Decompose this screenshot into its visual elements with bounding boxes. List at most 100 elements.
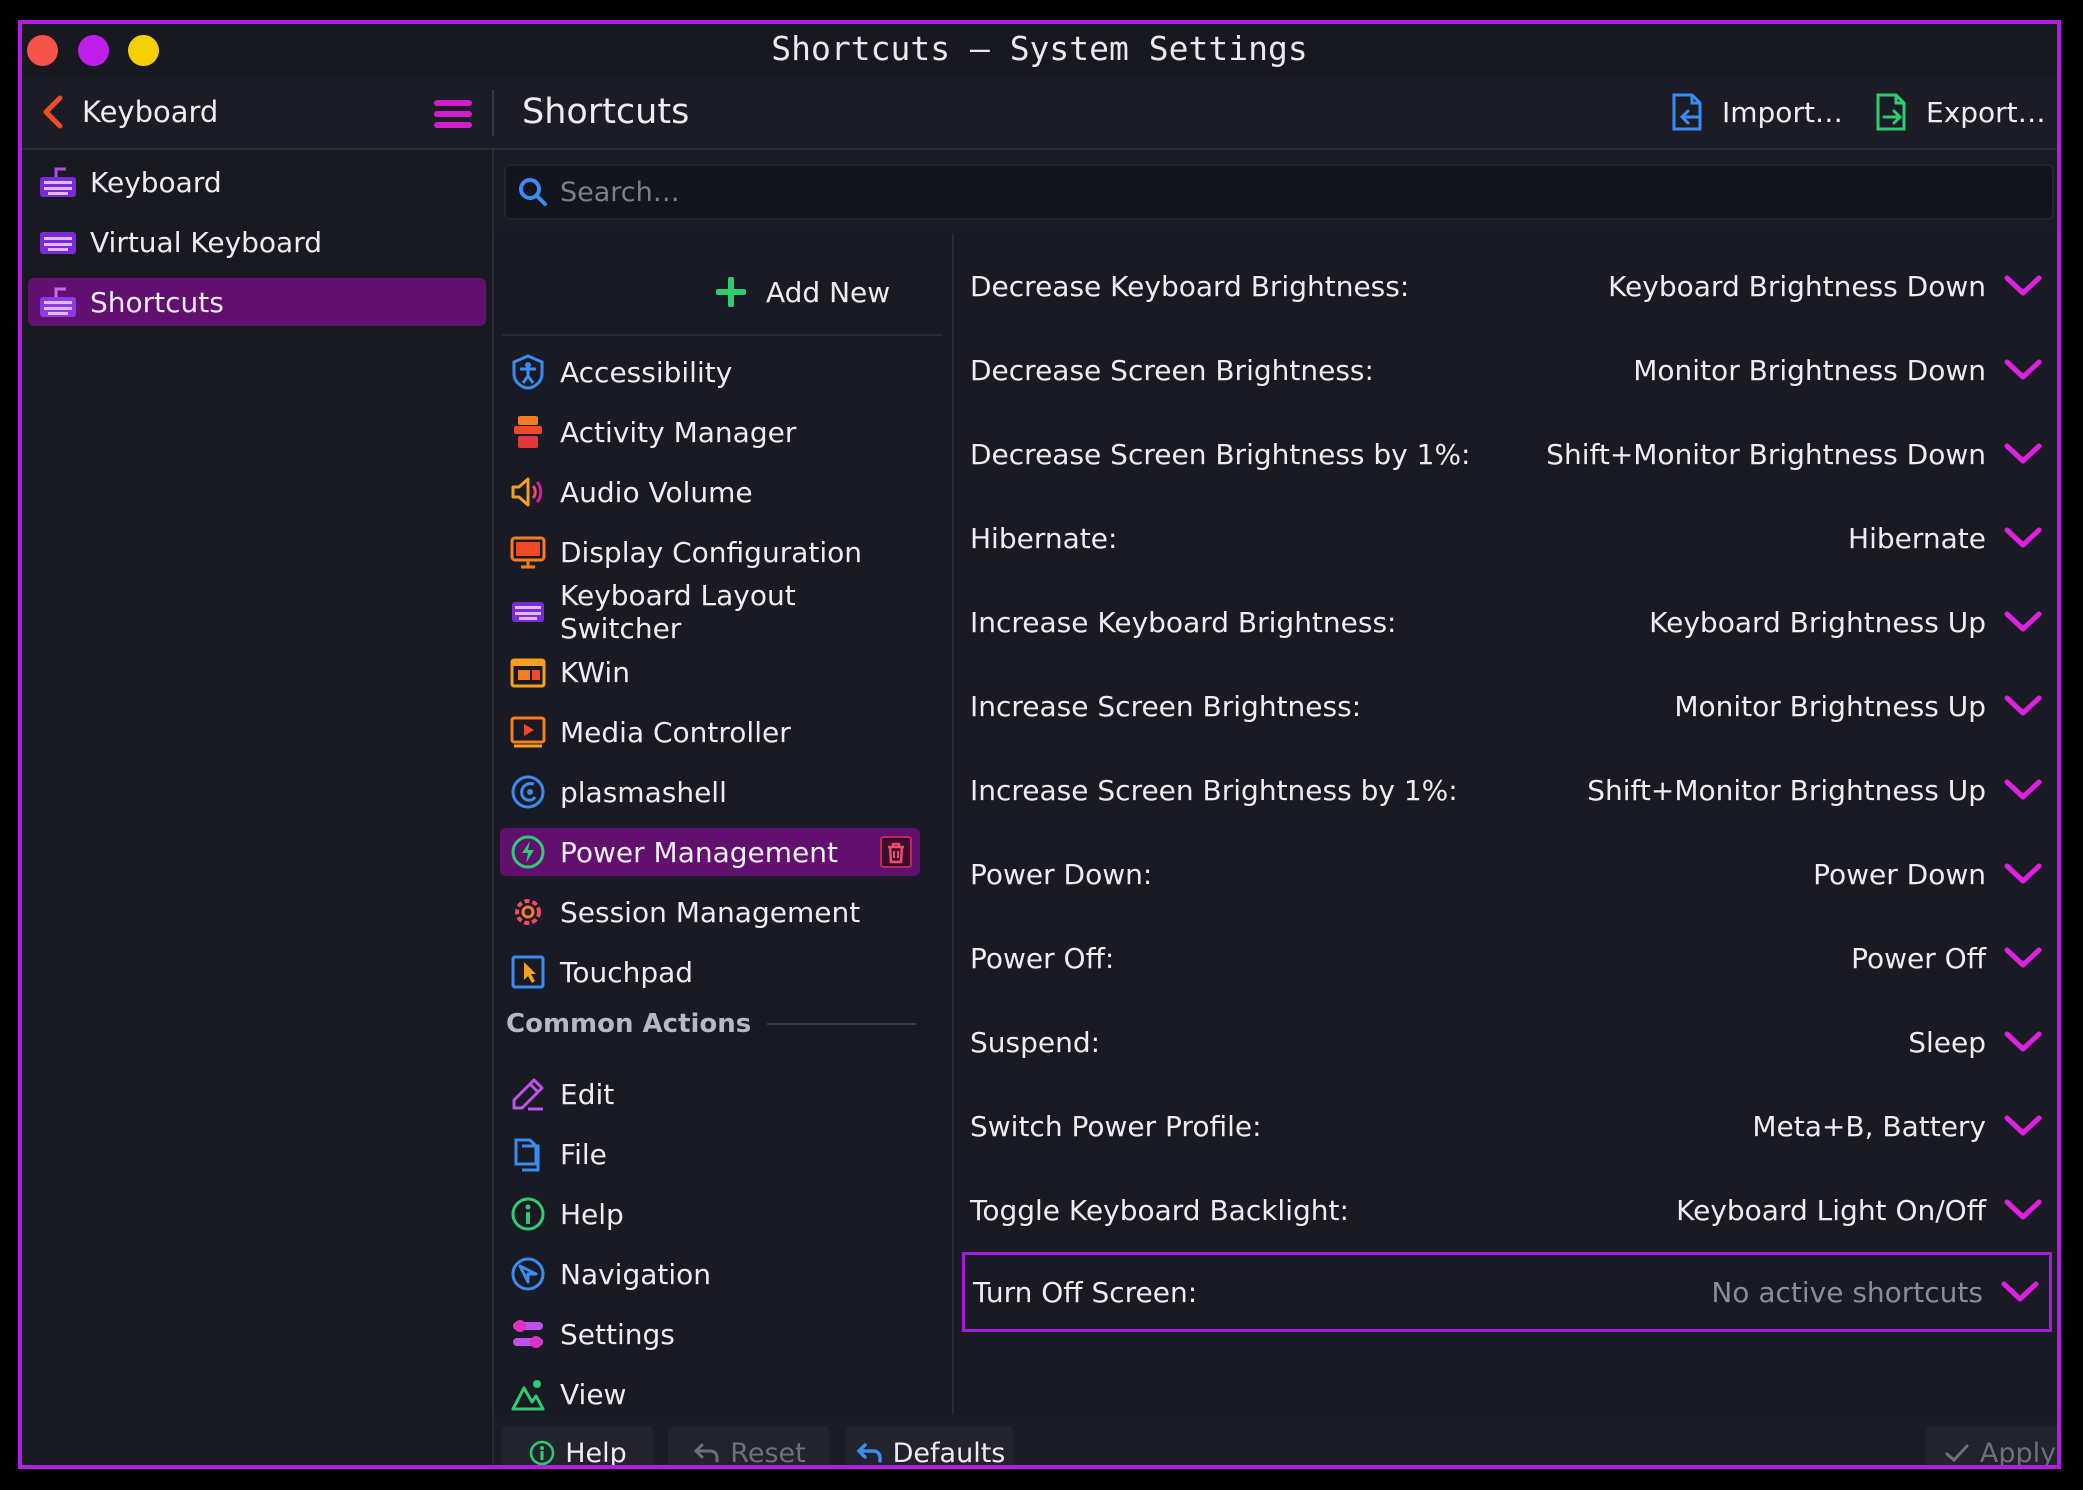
category-keyboard-layout-switcher[interactable]: Keyboard Layout Switcher xyxy=(500,579,920,645)
chevron-down-icon[interactable] xyxy=(2004,443,2042,465)
shortcut-row[interactable]: Suspend: Sleep xyxy=(962,1002,2052,1082)
back-arrow-icon[interactable] xyxy=(36,94,72,130)
category-label: Activity Manager xyxy=(560,415,797,449)
sidebar-item-shortcuts[interactable]: Shortcuts xyxy=(28,278,486,326)
shortcut-row-selected[interactable]: Turn Off Screen: No active shortcuts xyxy=(962,1252,2052,1332)
sidebar-title: Keyboard xyxy=(82,95,219,129)
category-display-configuration[interactable]: Display Configuration xyxy=(500,528,920,576)
category-label: Accessibility xyxy=(560,355,733,389)
import-icon xyxy=(1672,93,1702,131)
shortcut-action-label: Decrease Screen Brightness: xyxy=(970,353,1374,387)
export-button[interactable]: Export… xyxy=(1874,88,2046,136)
shortcut-row[interactable]: Increase Screen Brightness: Monitor Brig… xyxy=(962,666,2052,746)
page-title: Shortcuts xyxy=(522,92,690,132)
category-label: Session Management xyxy=(560,895,861,929)
chevron-down-icon[interactable] xyxy=(2004,359,2042,381)
sidebar: Keyboard Virtual Keyboard Shortcuts xyxy=(22,150,494,1465)
defaults-button[interactable]: Defaults xyxy=(846,1426,1014,1465)
category-help[interactable]: Help xyxy=(500,1190,920,1238)
add-new-button[interactable]: Add New xyxy=(714,264,890,320)
category-navigation[interactable]: Navigation xyxy=(500,1250,920,1298)
category-label: View xyxy=(560,1377,627,1411)
chevron-down-icon[interactable] xyxy=(2004,275,2042,297)
shortcut-row[interactable]: Power Off: Power Off xyxy=(962,918,2052,998)
delete-category-button[interactable] xyxy=(880,836,912,868)
shortcut-value: Monitor Brightness Up xyxy=(1674,689,1986,723)
group-header-label: Common Actions xyxy=(506,1009,752,1039)
shortcut-action-label: Toggle Keyboard Backlight: xyxy=(970,1193,1349,1227)
category-edit[interactable]: Edit xyxy=(500,1070,920,1118)
audio-volume-icon xyxy=(511,477,543,507)
category-list: Add New Accessibility Activity Manager A… xyxy=(494,234,954,1414)
sidebar-item-label: Virtual Keyboard xyxy=(90,225,323,259)
shortcut-value: No active shortcuts xyxy=(1711,1275,1983,1309)
shortcut-list: Decrease Keyboard Brightness: Keyboard B… xyxy=(954,234,2057,1414)
shortcut-action-label: Increase Keyboard Brightness: xyxy=(970,605,1397,639)
chevron-down-icon[interactable] xyxy=(2004,863,2042,885)
chevron-down-icon[interactable] xyxy=(2004,1115,2042,1137)
file-icon xyxy=(514,1138,540,1172)
category-settings[interactable]: Settings xyxy=(500,1310,920,1358)
shortcut-action-label: Turn Off Screen: xyxy=(973,1275,1198,1309)
shortcut-row[interactable]: Hibernate: Hibernate xyxy=(962,498,2052,578)
import-button[interactable]: Import… xyxy=(1670,88,1843,136)
category-session-management[interactable]: Session Management xyxy=(500,888,920,936)
sidebar-item-label: Keyboard xyxy=(90,165,222,199)
common-actions-header: Common Actions xyxy=(506,1004,916,1044)
chevron-down-icon[interactable] xyxy=(2004,947,2042,969)
category-accessibility[interactable]: Accessibility xyxy=(500,348,920,396)
category-label: Settings xyxy=(560,1317,675,1351)
window-title: Shortcuts — System Settings xyxy=(771,29,1308,68)
activity-manager-icon xyxy=(514,416,542,448)
plus-icon xyxy=(716,277,746,307)
chevron-down-icon[interactable] xyxy=(2004,611,2042,633)
chevron-down-icon[interactable] xyxy=(2004,1199,2042,1221)
category-label: Audio Volume xyxy=(560,475,753,509)
trash-icon xyxy=(888,842,904,864)
shortcut-row[interactable]: Power Down: Power Down xyxy=(962,834,2052,914)
shortcut-value: Meta+B, Battery xyxy=(1752,1109,1986,1143)
category-kwin[interactable]: KWin xyxy=(500,648,920,696)
chevron-down-icon[interactable] xyxy=(2004,695,2042,717)
category-file[interactable]: File xyxy=(500,1130,920,1178)
shortcut-row[interactable]: Decrease Screen Brightness: Monitor Brig… xyxy=(962,330,2052,410)
category-label: Help xyxy=(560,1197,624,1231)
category-label: Media Controller xyxy=(560,715,791,749)
chevron-down-icon[interactable] xyxy=(2004,779,2042,801)
hamburger-menu-icon[interactable] xyxy=(434,98,472,130)
category-plasmashell[interactable]: plasmashell xyxy=(500,768,920,816)
category-touchpad[interactable]: Touchpad xyxy=(500,948,920,996)
sidebar-item-virtual-keyboard[interactable]: Virtual Keyboard xyxy=(28,218,486,266)
category-activity-manager[interactable]: Activity Manager xyxy=(500,408,920,456)
navigation-icon xyxy=(511,1257,545,1291)
shortcut-row[interactable]: Toggle Keyboard Backlight: Keyboard Ligh… xyxy=(962,1170,2052,1250)
shortcut-action-label: Decrease Keyboard Brightness: xyxy=(970,269,1410,303)
shortcut-value: Sleep xyxy=(1908,1025,1986,1059)
chevron-down-icon[interactable] xyxy=(2004,527,2042,549)
shortcut-row[interactable]: Decrease Keyboard Brightness: Keyboard B… xyxy=(962,246,2052,326)
category-view[interactable]: View xyxy=(500,1370,920,1418)
shortcut-row[interactable]: Switch Power Profile: Meta+B, Battery xyxy=(962,1086,2052,1166)
help-label: Help xyxy=(565,1437,627,1469)
reset-button[interactable]: Reset xyxy=(668,1426,830,1465)
shortcut-action-label: Increase Screen Brightness: xyxy=(970,689,1362,723)
search-bar[interactable] xyxy=(504,164,2054,220)
chevron-down-icon[interactable] xyxy=(2001,1281,2039,1303)
shortcut-row[interactable]: Increase Keyboard Brightness: Keyboard B… xyxy=(962,582,2052,662)
shortcut-row[interactable]: Increase Screen Brightness by 1%: Shift+… xyxy=(962,750,2052,830)
apply-button[interactable]: Apply xyxy=(1926,1426,2057,1465)
category-media-controller[interactable]: Media Controller xyxy=(500,708,920,756)
power-management-icon xyxy=(511,835,545,869)
shortcut-action-label: Increase Screen Brightness by 1%: xyxy=(970,773,1458,807)
shortcut-row[interactable]: Decrease Screen Brightness by 1%: Shift+… xyxy=(962,414,2052,494)
export-icon xyxy=(1876,93,1906,131)
category-audio-volume[interactable]: Audio Volume xyxy=(500,468,920,516)
sidebar-item-keyboard[interactable]: Keyboard xyxy=(28,158,486,206)
help-button[interactable]: Help xyxy=(502,1426,654,1469)
category-power-management[interactable]: Power Management xyxy=(500,828,920,876)
category-label: Edit xyxy=(560,1077,615,1111)
category-label: Touchpad xyxy=(560,955,694,989)
chevron-down-icon[interactable] xyxy=(2004,1031,2042,1053)
search-icon xyxy=(519,178,547,206)
search-input[interactable] xyxy=(558,175,1962,209)
